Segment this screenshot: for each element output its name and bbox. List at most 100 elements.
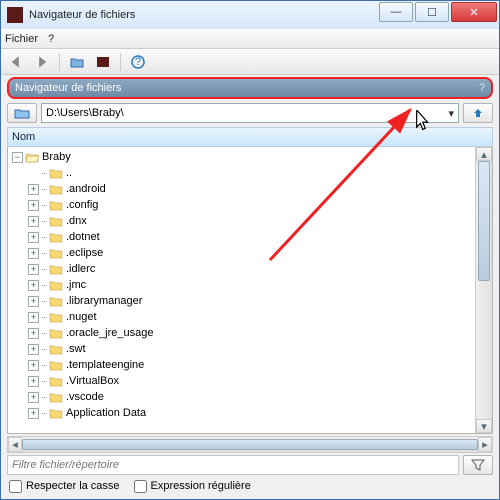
menu-help[interactable]: ? (48, 33, 54, 45)
folder-icon (49, 343, 63, 355)
folder-icon (49, 215, 63, 227)
expand-icon[interactable]: + (28, 376, 39, 387)
banner-bar[interactable]: Navigateur de fichiers ? (7, 77, 493, 99)
scroll-thumb[interactable] (478, 161, 490, 281)
expand-icon[interactable]: + (28, 248, 39, 259)
regex-checkbox[interactable]: Expression régulière (134, 480, 251, 493)
folder-icon (49, 263, 63, 275)
tree-item-label: .templateengine (66, 359, 144, 371)
tree-item[interactable]: +···Application Data (10, 405, 475, 421)
vertical-scrollbar[interactable]: ▴ ▾ (475, 147, 492, 433)
tree-item-label: .eclipse (66, 247, 103, 259)
case-checkbox[interactable]: Respecter la casse (9, 480, 120, 493)
tree-item[interactable]: +···.templateengine (10, 357, 475, 373)
expand-icon[interactable]: + (28, 216, 39, 227)
collapse-icon[interactable]: − (12, 152, 23, 163)
tree-item-label: .jmc (66, 279, 86, 291)
tree-item[interactable]: +···.dnx (10, 213, 475, 229)
folder-open-icon (25, 151, 39, 163)
maximize-button[interactable]: ☐ (415, 2, 449, 22)
folder-icon (49, 311, 63, 323)
menu-file[interactable]: Fichier (5, 33, 38, 45)
folder-icon (49, 183, 63, 195)
drive-icon-button[interactable] (7, 103, 37, 123)
tree-scroll-area[interactable]: − Braby ··· .. +···.android+···.config+·… (8, 147, 475, 433)
window-title: Navigateur de fichiers (29, 9, 379, 21)
tree-item[interactable]: +···.eclipse (10, 245, 475, 261)
folder-icon (49, 247, 63, 259)
tree-item-label: .dnx (66, 215, 87, 227)
tree-item-label: .VirtualBox (66, 375, 119, 387)
folder-icon (49, 391, 63, 403)
tree-item[interactable]: +···.oracle_jre_usage (10, 325, 475, 341)
folder-icon (49, 279, 63, 291)
filter-input[interactable] (7, 455, 459, 475)
tree-item-label: .oracle_jre_usage (66, 327, 153, 339)
expand-icon[interactable]: + (28, 312, 39, 323)
tree-item[interactable]: +···.nuget (10, 309, 475, 325)
tree-item-label: Application Data (66, 407, 146, 419)
tree-item-label: .idlerc (66, 263, 95, 275)
toolbar-separator (120, 53, 121, 71)
titlebar[interactable]: Navigateur de fichiers — ☐ ✕ (1, 1, 499, 29)
forward-button[interactable] (31, 52, 53, 72)
scroll-up-arrow[interactable]: ▴ (476, 147, 492, 161)
expand-icon[interactable]: + (28, 232, 39, 243)
horizontal-scrollbar[interactable]: ◂ ▸ (7, 436, 493, 453)
help-button[interactable]: ? (127, 52, 149, 72)
folder-icon (49, 327, 63, 339)
tree-item[interactable]: +···.dotnet (10, 229, 475, 245)
tree-item-label: .config (66, 199, 98, 211)
expand-icon[interactable]: + (28, 264, 39, 275)
expand-icon[interactable]: + (28, 328, 39, 339)
tree-up-item[interactable]: ··· .. (10, 165, 475, 181)
back-button[interactable] (5, 52, 27, 72)
tree-item-label: .swt (66, 343, 86, 355)
tree-item[interactable]: +···.vscode (10, 389, 475, 405)
folder-icon (49, 295, 63, 307)
tree-item-label: .librarymanager (66, 295, 142, 307)
folder-icon (49, 199, 63, 211)
expand-icon[interactable]: + (28, 296, 39, 307)
tree-item[interactable]: +···.config (10, 197, 475, 213)
column-header-name[interactable]: Nom (7, 127, 493, 147)
scroll-thumb-h[interactable] (22, 439, 478, 450)
tree-view: − Braby ··· .. +···.android+···.config+·… (7, 147, 493, 434)
filter-row (1, 455, 499, 477)
expand-icon[interactable]: + (28, 184, 39, 195)
expand-icon[interactable]: + (28, 408, 39, 419)
tree-item[interactable]: +···.librarymanager (10, 293, 475, 309)
tree-item[interactable]: +···.android (10, 181, 475, 197)
minimize-button[interactable]: — (379, 2, 413, 22)
expand-icon[interactable]: + (28, 200, 39, 211)
expand-icon[interactable]: + (28, 280, 39, 291)
expand-icon[interactable]: + (28, 344, 39, 355)
tree-item[interactable]: +···.swt (10, 341, 475, 357)
filter-button[interactable] (463, 455, 493, 475)
chevron-down-icon: ▾ (448, 107, 454, 120)
expand-icon[interactable]: + (28, 392, 39, 403)
expand-icon[interactable]: + (28, 360, 39, 371)
banner-help-icon[interactable]: ? (479, 82, 485, 94)
folder-icon (49, 375, 63, 387)
tree-item[interactable]: +···.VirtualBox (10, 373, 475, 389)
scroll-right-arrow[interactable]: ▸ (478, 437, 492, 452)
menubar: Fichier ? (1, 29, 499, 49)
path-combobox[interactable]: D:\Users\Braby\ ▾ (41, 103, 459, 123)
banner-text: Navigateur de fichiers (15, 82, 121, 94)
tree-root-label: Braby (42, 151, 71, 163)
app-folder-button[interactable] (92, 52, 114, 72)
toolbar: ? (1, 49, 499, 75)
tree-up-label: .. (66, 167, 72, 179)
scroll-down-arrow[interactable]: ▾ (476, 419, 492, 433)
tree-root[interactable]: − Braby (10, 149, 475, 165)
scroll-left-arrow[interactable]: ◂ (8, 437, 22, 452)
close-button[interactable]: ✕ (451, 2, 497, 22)
file-browser-window: Navigateur de fichiers — ☐ ✕ Fichier ? ?… (0, 0, 500, 500)
tree-item-label: .vscode (66, 391, 104, 403)
tree-item[interactable]: +···.jmc (10, 277, 475, 293)
up-directory-button[interactable] (463, 103, 493, 123)
folder-icon (49, 359, 63, 371)
tree-item[interactable]: +···.idlerc (10, 261, 475, 277)
folder-button[interactable] (66, 52, 88, 72)
